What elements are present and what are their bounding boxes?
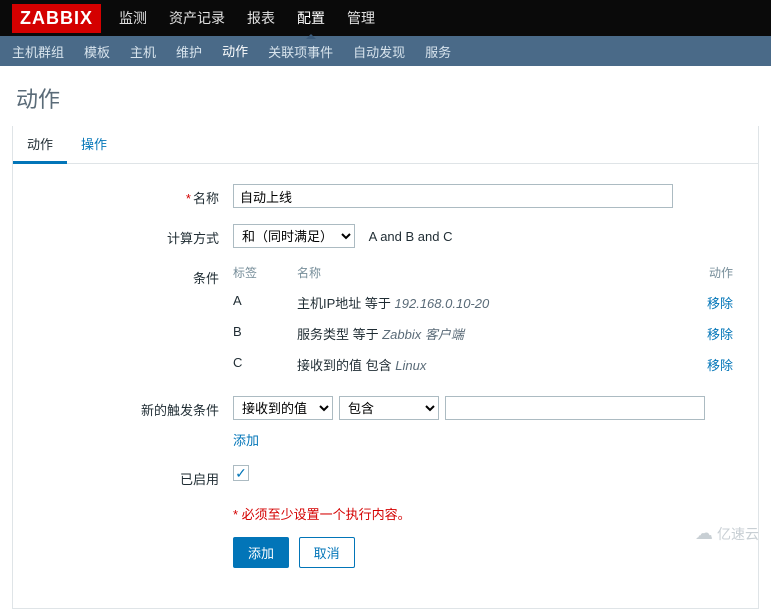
form-area: *名称 计算方式 和（同时满足） A and B and C 条件 标签 名称 …	[13, 164, 758, 608]
trigger-op-select[interactable]: 包含	[339, 396, 439, 420]
col-header-name: 名称	[297, 264, 693, 281]
cond-value: 192.168.0.10-20	[395, 296, 490, 311]
calc-select[interactable]: 和（同时满足）	[233, 224, 355, 248]
logo[interactable]: ZABBIX	[12, 4, 101, 33]
nav-monitor[interactable]: 监测	[119, 8, 147, 28]
cloud-icon: ☁	[695, 523, 713, 544]
watermark: ☁ 亿速云	[695, 523, 759, 544]
watermark-text: 亿速云	[717, 524, 759, 544]
tab-operation[interactable]: 操作	[67, 126, 121, 163]
subnav-templates[interactable]: 模板	[84, 35, 110, 68]
remove-link[interactable]: 移除	[707, 296, 733, 311]
trigger-type-select[interactable]: 接收到的值	[233, 396, 333, 420]
row-trigger: 新的触发条件 接收到的值 包含 添加	[33, 396, 738, 449]
cond-text: 接收到的值 包含	[297, 358, 395, 373]
cond-tag: C	[233, 355, 297, 374]
nav-config[interactable]: 配置	[297, 8, 325, 28]
row-actions: 必须至少设置一个执行内容。 添加 取消	[33, 504, 738, 568]
add-condition-link[interactable]: 添加	[233, 433, 259, 448]
condition-row: A 主机IP地址 等于 192.168.0.10-20 移除	[233, 287, 733, 318]
subnav-hostgroups[interactable]: 主机群组	[12, 35, 64, 68]
remove-link[interactable]: 移除	[707, 358, 733, 373]
nav-inventory[interactable]: 资产记录	[169, 8, 225, 28]
enabled-label: 已启用	[33, 465, 233, 488]
nav-admin[interactable]: 管理	[347, 8, 375, 28]
condition-row: C 接收到的值 包含 Linux 移除	[233, 349, 733, 380]
conditions-table: 标签 名称 动作 A 主机IP地址 等于 192.168.0.10-20 移除 …	[233, 264, 733, 380]
cond-value: Zabbix 客户端	[382, 327, 464, 342]
calc-label: 计算方式	[33, 224, 233, 247]
cond-text: 主机IP地址 等于	[297, 296, 395, 311]
trigger-label: 新的触发条件	[33, 396, 233, 419]
col-header-action: 动作	[693, 264, 733, 281]
row-conditions: 条件 标签 名称 动作 A 主机IP地址 等于 192.168.0.10-20 …	[33, 264, 738, 380]
cond-tag: B	[233, 324, 297, 343]
cond-tag: A	[233, 293, 297, 312]
top-nav: ZABBIX 监测 资产记录 报表 配置 管理	[0, 0, 771, 36]
cond-value: Linux	[395, 358, 426, 373]
subnav-correlation[interactable]: 关联项事件	[268, 35, 333, 68]
page-title: 动作	[0, 66, 771, 126]
trigger-value-input[interactable]	[445, 396, 705, 420]
subnav-hosts[interactable]: 主机	[130, 35, 156, 68]
subnav-maintenance[interactable]: 维护	[176, 35, 202, 68]
nav-reports[interactable]: 报表	[247, 8, 275, 28]
row-enabled: 已启用 ✓	[33, 465, 738, 488]
tabs: 动作 操作	[13, 126, 758, 164]
tab-action[interactable]: 动作	[13, 126, 67, 164]
subnav-actions[interactable]: 动作	[222, 34, 248, 69]
name-label: 名称	[193, 191, 219, 206]
remove-link[interactable]: 移除	[707, 327, 733, 342]
row-name: *名称	[33, 184, 738, 208]
warning-text: 必须至少设置一个执行内容。	[233, 504, 738, 523]
sub-nav: 主机群组 模板 主机 维护 动作 关联项事件 自动发现 服务	[0, 36, 771, 66]
cancel-button[interactable]: 取消	[299, 537, 355, 568]
tabs-container: 动作 操作 *名称 计算方式 和（同时满足） A and B and C 条件 …	[12, 126, 759, 609]
row-calc: 计算方式 和（同时满足） A and B and C	[33, 224, 738, 248]
subnav-services[interactable]: 服务	[425, 35, 451, 68]
enabled-checkbox[interactable]: ✓	[233, 465, 249, 481]
formula-text: A and B and C	[369, 229, 453, 244]
subnav-discovery[interactable]: 自动发现	[353, 35, 405, 68]
condition-row: B 服务类型 等于 Zabbix 客户端 移除	[233, 318, 733, 349]
cond-text: 服务类型 等于	[297, 327, 382, 342]
col-header-tag: 标签	[233, 264, 297, 281]
submit-button[interactable]: 添加	[233, 537, 289, 568]
name-input[interactable]	[233, 184, 673, 208]
cond-label: 条件	[33, 264, 233, 287]
